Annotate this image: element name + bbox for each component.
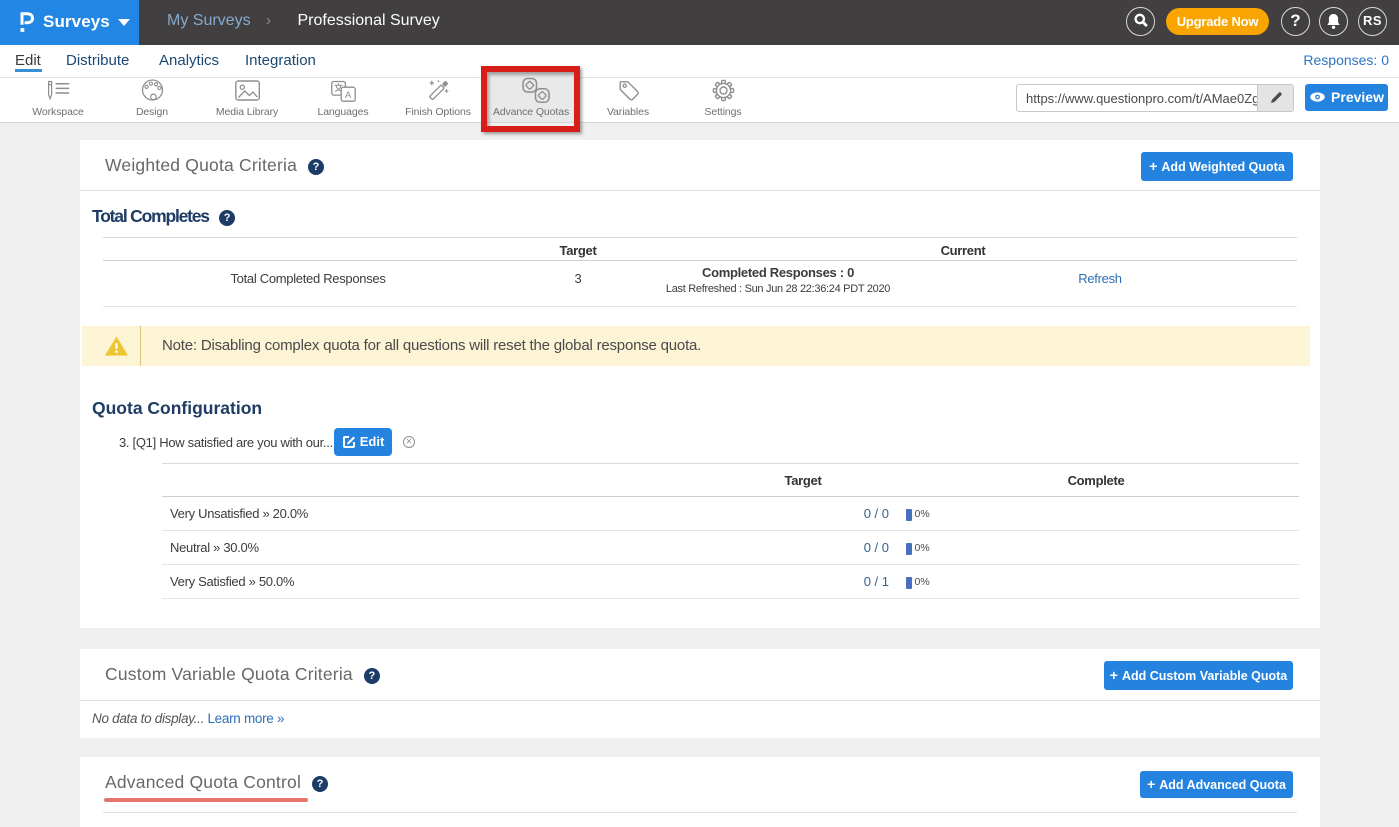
- svg-text:A: A: [345, 90, 352, 101]
